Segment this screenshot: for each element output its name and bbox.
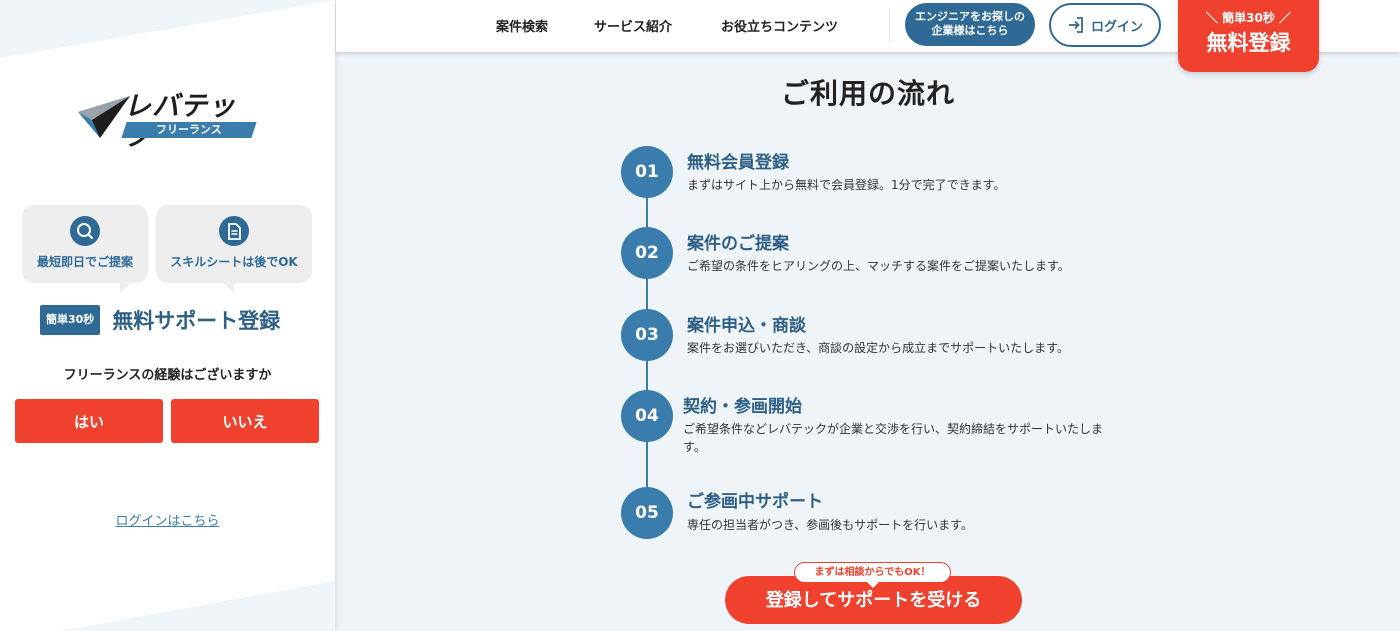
cta-tag: まずは相談からでもOK！	[794, 562, 951, 588]
section-title: ご利用の流れ	[780, 77, 955, 110]
nav-item-useful-content[interactable]: お役立ちコンテンツ	[721, 16, 838, 35]
feature-label: 最短即日でご提案	[36, 255, 133, 269]
register-small-label: ＼ 簡単30秒 ／	[1205, 11, 1292, 25]
nav-divider	[889, 10, 890, 42]
login-icon	[1068, 17, 1083, 33]
document-icon	[219, 216, 249, 246]
step-title: ご参画中サポート	[687, 492, 823, 512]
logo-subtitle: フリーランス	[121, 122, 257, 138]
enterprise-label-line1: エンジニアをお探しの	[915, 10, 1025, 23]
nav-item-service-intro[interactable]: サービス紹介	[594, 16, 672, 35]
quick-badge: 簡単30秒	[40, 305, 101, 335]
cta-area: まずは相談からでもOK！ 登録してサポートを受ける	[725, 562, 1022, 624]
step-number: 04	[621, 390, 673, 442]
support-heading: 簡単30秒 無料サポート登録	[40, 305, 280, 335]
step-description: ご希望の条件をヒアリングの上、マッチする案件をご提案いたします。	[687, 259, 1070, 273]
logo[interactable]: レバテック フリーランス	[78, 92, 258, 152]
step-title: 無料会員登録	[687, 153, 789, 173]
yes-button[interactable]: はい	[15, 399, 163, 443]
step-number: 01	[621, 146, 673, 198]
step-description: ご希望条件などレバテックが企業と交渉を行い、契約締結をサポートいたします。	[683, 422, 1104, 454]
step-description: 案件をお選びいただき、商談の設定から成立までサポートいたします。	[687, 341, 1069, 355]
experience-question: フリーランスの経験はございますか	[63, 368, 272, 383]
nav-item-project-search[interactable]: 案件検索	[496, 16, 548, 35]
search-icon	[70, 216, 100, 246]
step-number: 02	[621, 227, 673, 279]
step-title: 案件のご提案	[687, 234, 789, 254]
login-label: ログイン	[1090, 19, 1143, 35]
step-title: 契約・参画開始	[683, 397, 802, 417]
step-description: 専任の担当者がつき、参画後もサポートを行います。	[687, 518, 973, 532]
login-link[interactable]: ログインはこちら	[0, 510, 335, 529]
step-description: まずはサイト上から無料で会員登録。1分で完了できます。	[687, 178, 1006, 192]
enterprise-button[interactable]: エンジニアをお探しの 企業様はこちら	[905, 3, 1035, 46]
step-number: 03	[621, 309, 673, 361]
no-button[interactable]: いいえ	[171, 399, 319, 443]
register-big-label: 無料登録	[1206, 31, 1291, 55]
sidebar-bg-shape-bottom	[60, 581, 335, 631]
sidebar-bg-shape-top	[0, 0, 335, 58]
enterprise-label-line2: 企業様はこちら	[931, 24, 1009, 37]
top-header: 案件検索 サービス紹介 お役立ちコンテンツ エンジニアをお探しの 企業様はこちら…	[336, 0, 1400, 72]
sidebar: レバテック フリーランス 最短即日でご提案 スキルシートは後でOK 簡単30秒 …	[0, 0, 335, 631]
feature-bubble-skill-sheet: スキルシートは後でOK	[156, 205, 312, 293]
feature-bubble-quick-proposal: 最短即日でご提案	[22, 205, 148, 293]
free-register-button[interactable]: ＼ 簡単30秒 ／ 無料登録	[1178, 0, 1319, 72]
login-button[interactable]: ログイン	[1049, 3, 1161, 47]
step-number: 05	[621, 487, 673, 539]
support-title: 無料サポート登録	[112, 309, 281, 333]
step-title: 案件申込・商談	[687, 316, 806, 336]
feature-label: スキルシートは後でOK	[170, 255, 298, 269]
